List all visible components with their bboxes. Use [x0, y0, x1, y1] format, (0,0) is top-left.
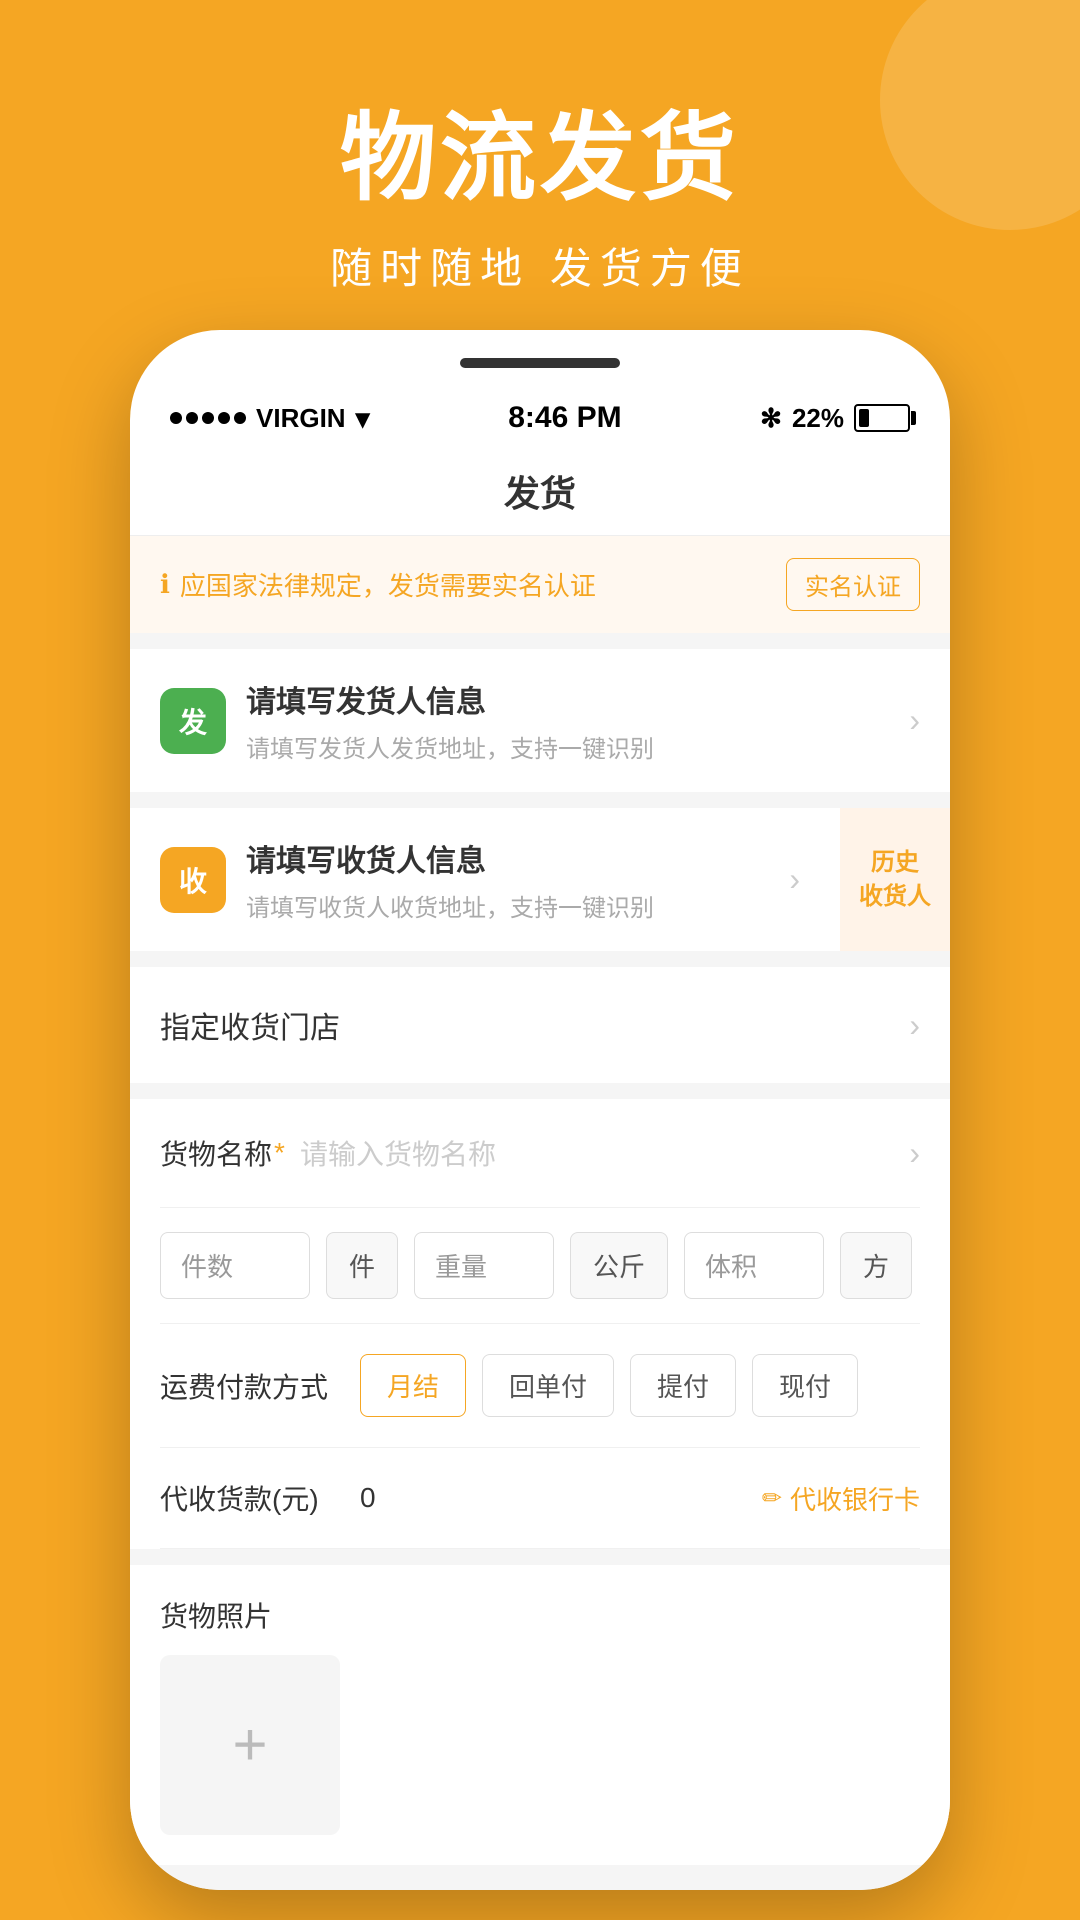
signal-dot-3 [202, 412, 214, 424]
receiver-content: 请填写收货人信息 请填写收货人收货地址，支持一键识别 [246, 836, 769, 923]
notice-message: 应国家法律规定，发货需要实名认证 [180, 566, 596, 603]
pencil-icon: ✏ [762, 1484, 782, 1513]
cod-label: 代收货款(元) [160, 1478, 360, 1518]
history-receiver-button[interactable]: 历史收货人 [840, 808, 950, 951]
battery-box [854, 404, 910, 432]
signal-dots [170, 412, 246, 424]
weight-unit-button[interactable]: 公斤 [570, 1232, 668, 1299]
sender-icon: 发 [160, 688, 226, 754]
header-title: 物流发货 [0, 80, 1080, 219]
signal-dot-5 [234, 412, 246, 424]
receiver-desc: 请填写收货人收货地址，支持一键识别 [246, 888, 769, 923]
quantity-row: 件数 件 重量 公斤 体积 方 [160, 1208, 920, 1324]
count-input[interactable]: 件数 [160, 1232, 310, 1299]
cod-bank-label: 代收银行卡 [790, 1480, 920, 1517]
store-chevron-right-icon: › [909, 1007, 920, 1044]
cod-value: 0 [360, 1482, 762, 1514]
sender-chevron-right-icon: › [909, 702, 920, 739]
notice-icon: ℹ [160, 569, 170, 600]
goods-name-row: 货物名称* 请输入货物名称 › [160, 1099, 920, 1208]
notice-banner: ℹ 应国家法律规定，发货需要实名认证 实名认证 [130, 536, 950, 633]
signal-dot-4 [218, 412, 230, 424]
goods-name-input[interactable]: 请输入货物名称 [300, 1133, 909, 1173]
required-star: * [274, 1137, 285, 1169]
goods-name-chevron-right-icon: › [909, 1135, 920, 1172]
sender-title: 请填写发货人信息 [246, 677, 889, 721]
bluetooth-icon: ✻ [760, 403, 782, 434]
weight-input[interactable]: 重量 [414, 1232, 554, 1299]
payment-row: 运费付款方式 月结 回单付 提付 现付 [160, 1324, 920, 1448]
sender-content: 请填写发货人信息 请填写发货人发货地址，支持一键识别 [246, 677, 889, 764]
cod-bank-button[interactable]: ✏ 代收银行卡 [762, 1480, 920, 1517]
receiver-title: 请填写收货人信息 [246, 836, 769, 880]
header-area: 物流发货 随时随地 发货方便 [0, 80, 1080, 296]
plus-icon: + [232, 1715, 267, 1775]
phone-mockup: VIRGIN ▾ 8:46 PM ✻ 22% 发货 ℹ 应国家法律规定，发货需要… [130, 330, 950, 1890]
photo-section: 货物照片 + [130, 1565, 950, 1865]
header-subtitle: 随时随地 发货方便 [0, 235, 1080, 296]
battery-fill [859, 409, 869, 427]
volume-input[interactable]: 体积 [684, 1232, 824, 1299]
notice-text: ℹ 应国家法律规定，发货需要实名认证 [160, 566, 596, 603]
payment-option-return[interactable]: 回单付 [482, 1354, 614, 1417]
receiver-chevron-right-icon: › [789, 861, 800, 898]
sender-row[interactable]: 发 请填写发货人信息 请填写发货人发货地址，支持一键识别 › [130, 649, 950, 792]
status-right: ✻ 22% [760, 403, 910, 434]
photo-label: 货物照片 [160, 1595, 920, 1635]
receiver-row[interactable]: 收 请填写收货人信息 请填写收货人收货地址，支持一键识别 › 历史收货人 [130, 808, 950, 951]
real-name-button[interactable]: 实名认证 [786, 558, 920, 611]
wifi-icon: ▾ [356, 402, 370, 435]
store-card: 指定收货门店 › [130, 967, 950, 1083]
payment-option-pickup[interactable]: 提付 [630, 1354, 736, 1417]
goods-card: 货物名称* 请输入货物名称 › 件数 件 重量 公斤 体积 方 运费付款方式 月… [130, 1099, 950, 1549]
receiver-card: 收 请填写收货人信息 请填写收货人收货地址，支持一键识别 › 历史收货人 [130, 808, 950, 951]
cod-row: 代收货款(元) 0 ✏ 代收银行卡 [160, 1448, 920, 1549]
signal-dot-1 [170, 412, 182, 424]
status-bar: VIRGIN ▾ 8:46 PM ✻ 22% [130, 390, 950, 446]
signal-dot-2 [186, 412, 198, 424]
volume-unit-button[interactable]: 方 [840, 1232, 912, 1299]
sender-desc: 请填写发货人发货地址，支持一键识别 [246, 729, 889, 764]
phone-notch [460, 358, 620, 368]
store-label: 指定收货门店 [160, 1003, 340, 1047]
battery-percent: 22% [792, 403, 844, 434]
payment-option-cash[interactable]: 现付 [752, 1354, 858, 1417]
sender-card: 发 请填写发货人信息 请填写发货人发货地址，支持一键识别 › [130, 649, 950, 792]
store-row[interactable]: 指定收货门店 › [130, 967, 950, 1083]
status-time: 8:46 PM [370, 401, 761, 435]
carrier-name: VIRGIN [256, 403, 346, 434]
app-content: 发货 ℹ 应国家法律规定，发货需要实名认证 实名认证 发 请填写发货人信息 请填… [130, 446, 950, 1890]
nav-bar: 发货 [130, 446, 950, 536]
payment-options: 月结 回单付 提付 现付 [360, 1354, 858, 1417]
carrier-info: VIRGIN ▾ [170, 402, 370, 435]
payment-label: 运费付款方式 [160, 1366, 360, 1406]
count-unit-button[interactable]: 件 [326, 1232, 398, 1299]
nav-title: 发货 [504, 465, 576, 517]
battery-container [854, 404, 910, 432]
photo-add-button[interactable]: + [160, 1655, 340, 1835]
goods-name-label: 货物名称* [160, 1133, 300, 1173]
receiver-icon: 收 [160, 847, 226, 913]
payment-option-monthly[interactable]: 月结 [360, 1354, 466, 1417]
